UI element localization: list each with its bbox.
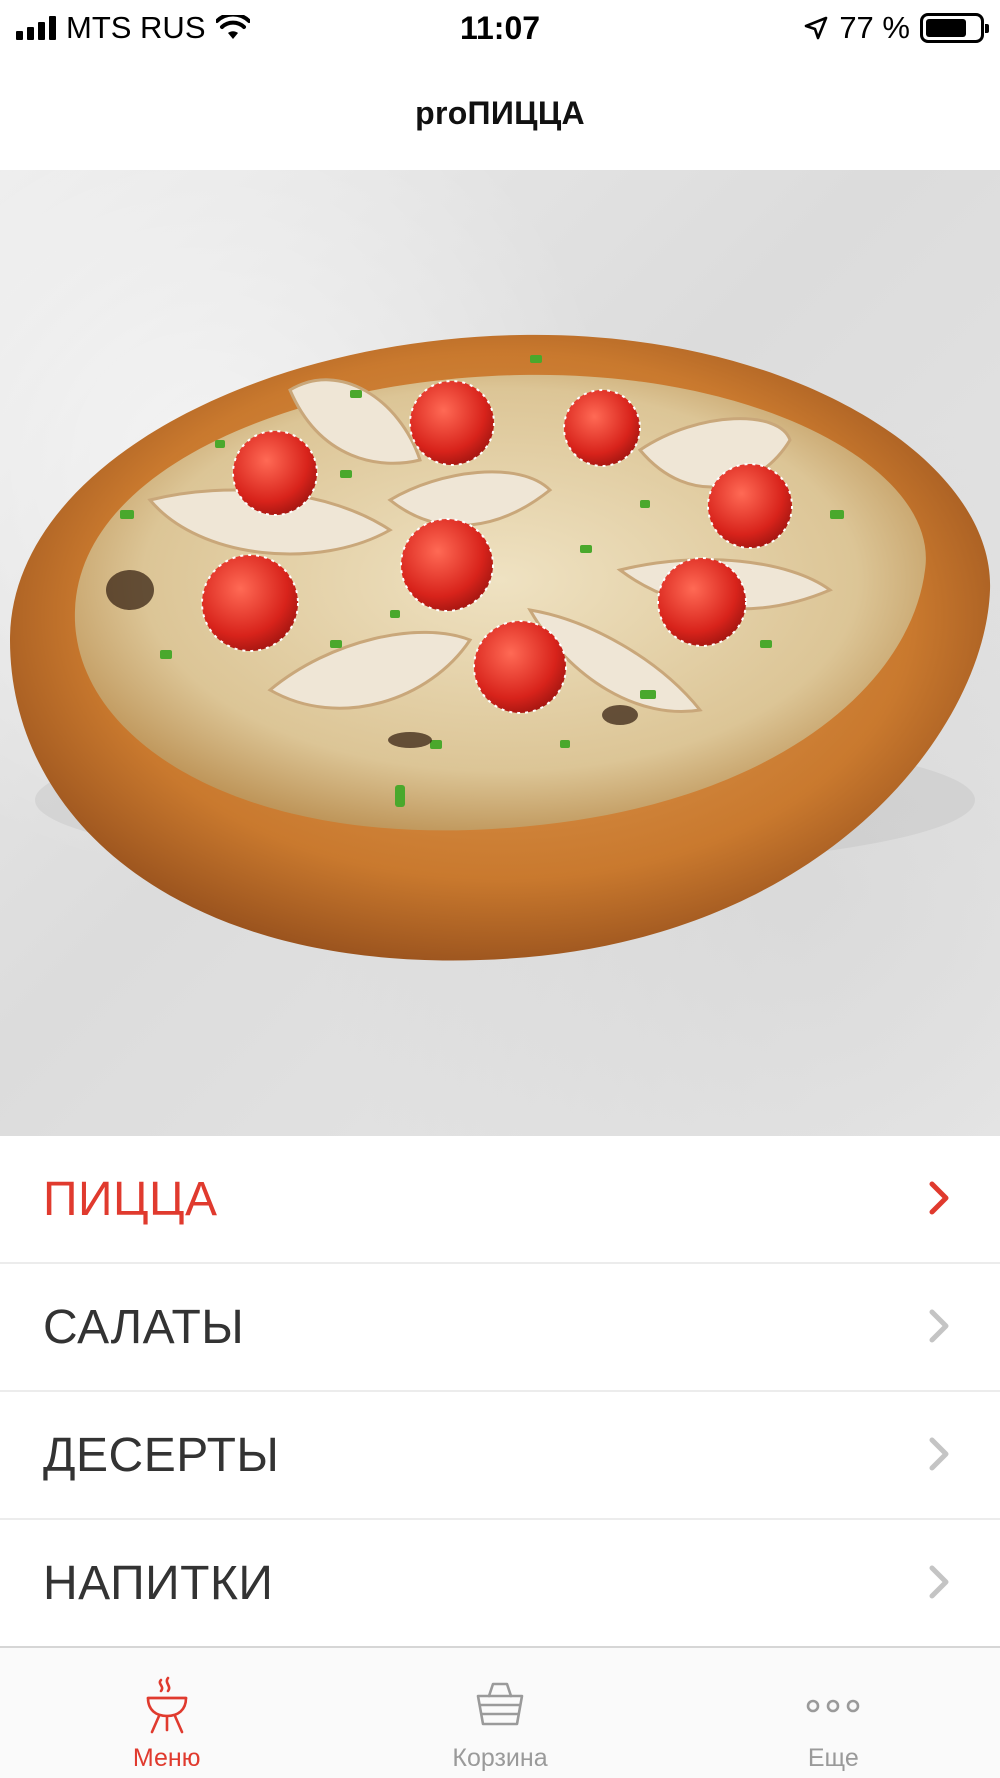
app-screen: MTS RUS 11:07 77 % proПИЦЦА ПИЦЦА САЛАТЫ…	[0, 0, 1000, 1778]
battery-icon	[919, 13, 989, 43]
chevron-right-icon	[929, 1309, 949, 1343]
category-label: ДЕСЕРТЫ	[43, 1428, 280, 1482]
tab-label: Меню	[132, 1744, 201, 1772]
tab-label: Корзина	[452, 1744, 548, 1772]
hero-pizza-image	[0, 170, 1000, 1136]
navigation-bar: proПИЦЦА	[0, 56, 1000, 170]
chevron-right-icon	[929, 1565, 949, 1599]
category-list: ПИЦЦА САЛАТЫ ДЕСЕРТЫ НАПИТКИ	[0, 1136, 1000, 1648]
category-item-desserts[interactable]: ДЕСЕРТЫ	[0, 1392, 1000, 1520]
carrier-name: MTS RUS	[66, 10, 206, 45]
status-right: 77 %	[654, 10, 989, 46]
tab-menu[interactable]: Меню	[0, 1648, 333, 1778]
tab-cart[interactable]: Корзина	[333, 1648, 666, 1778]
chevron-right-icon	[929, 1181, 949, 1215]
signal-icon	[16, 16, 56, 40]
wifi-icon	[215, 15, 250, 39]
more-icon	[807, 1699, 860, 1713]
category-item-pizza[interactable]: ПИЦЦА	[0, 1136, 1000, 1264]
category-item-salads[interactable]: САЛАТЫ	[0, 1264, 1000, 1392]
status-time: 11:07	[459, 9, 541, 46]
chevron-right-icon	[929, 1437, 949, 1471]
battery-level	[925, 19, 967, 37]
category-label: САЛАТЫ	[43, 1300, 245, 1354]
status-bar: MTS RUS 11:07 77 %	[0, 0, 1000, 56]
tab-label: Еще	[807, 1744, 859, 1772]
battery-percent: 77 %	[839, 10, 910, 45]
location-arrow-icon	[805, 16, 828, 40]
pizza-illustration	[10, 334, 991, 961]
category-item-drinks[interactable]: НАПИТКИ	[0, 1520, 1000, 1648]
basket-icon	[476, 1682, 524, 1726]
grill-icon	[146, 1676, 187, 1734]
status-left: MTS RUS	[16, 10, 346, 46]
category-label: ПИЦЦА	[43, 1172, 218, 1226]
app-title: proПИЦЦА	[415, 94, 585, 131]
category-label: НАПИТКИ	[43, 1556, 274, 1610]
tab-more[interactable]: Еще	[667, 1648, 1000, 1778]
tab-bar: Меню Корзина Еще	[0, 1646, 1000, 1778]
